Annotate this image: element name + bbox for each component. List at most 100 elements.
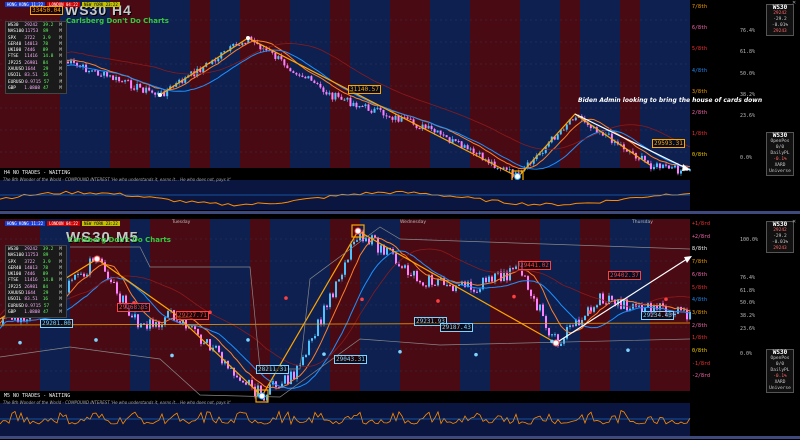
account-info-box: WS30 OpenPos 0/0 DailyPL -0.1% XARD Univ… bbox=[766, 132, 794, 176]
fractal-dot bbox=[94, 338, 98, 342]
candle-body bbox=[113, 282, 115, 284]
candle-body bbox=[424, 124, 427, 129]
candle-body bbox=[686, 309, 688, 320]
candle-body bbox=[376, 107, 379, 109]
price-label: 29043.31 bbox=[334, 355, 367, 364]
chart-m5-canvas[interactable] bbox=[0, 219, 800, 440]
watchlist-row[interactable]: GBP 1.0808 47 M bbox=[8, 86, 64, 92]
candle-body bbox=[541, 152, 544, 154]
candle-body bbox=[551, 334, 553, 336]
candle-body bbox=[373, 108, 376, 113]
candle-body bbox=[367, 104, 370, 111]
watchlist-table[interactable]: WS30 29242 39.2 M NAS100 11753 89 M SPX 3722 3.9 M G… bbox=[5, 245, 67, 319]
candle-body bbox=[287, 375, 289, 385]
fib-level-pct: 100.0% bbox=[740, 236, 759, 243]
chart-subtitle: Carlsberg Don't Do Charts bbox=[66, 17, 169, 25]
fib-level-pct: 23.6% bbox=[740, 325, 756, 332]
candle-body bbox=[349, 97, 352, 107]
candle-body bbox=[241, 42, 244, 46]
price-label: 31140.57 bbox=[348, 85, 381, 94]
fib-level-pct: 23.6% bbox=[740, 113, 756, 119]
fib-level-pct: 50.0% bbox=[740, 70, 756, 77]
chart-panel-m5[interactable]: WS30 M5 Carlsberg Don't Do Charts HONG K… bbox=[0, 219, 800, 440]
candle-body bbox=[322, 87, 325, 92]
candle-body bbox=[218, 345, 220, 353]
candle-body bbox=[401, 266, 403, 268]
candle-body bbox=[475, 153, 478, 155]
candle-body bbox=[340, 96, 343, 100]
candle-body bbox=[350, 244, 352, 260]
price-label: 28211.31 bbox=[256, 365, 289, 374]
close-icon[interactable]: ✕ bbox=[792, 219, 796, 225]
watchlist-cell: 1.0808 bbox=[24, 309, 41, 315]
candle-body bbox=[358, 106, 361, 108]
candle-body bbox=[667, 165, 670, 169]
candle-body bbox=[463, 145, 466, 148]
candle-body bbox=[488, 276, 490, 283]
candle-body bbox=[347, 259, 349, 263]
price-label: 29227.71 bbox=[176, 311, 209, 320]
fib-level-label: -2/8rd bbox=[692, 373, 711, 380]
chart-panel-h4[interactable]: WS30 H4 Carlsberg Don't Do Charts HONG K… bbox=[0, 0, 800, 217]
candle-body bbox=[602, 293, 604, 304]
candle-body bbox=[215, 345, 217, 348]
candle-body bbox=[394, 115, 397, 120]
brand-universe: Universe bbox=[769, 386, 791, 391]
candle-body bbox=[386, 247, 388, 255]
watchlist-cell: M bbox=[59, 85, 62, 91]
candle-body bbox=[70, 60, 73, 64]
candle-body bbox=[319, 83, 322, 88]
candle-body bbox=[596, 305, 598, 308]
fractal-dot bbox=[284, 296, 288, 300]
candle-body bbox=[422, 282, 424, 286]
fib-level-pct: 61.8% bbox=[740, 49, 756, 56]
fractal-dot bbox=[398, 350, 402, 354]
candle-body bbox=[346, 97, 349, 100]
symbol-info-box: WS30 29242 -29.2 -0.01% 29243 bbox=[766, 221, 794, 253]
candle-body bbox=[611, 295, 613, 300]
session-clocks: HONG KONG 11:22 LONDON 04:22 NEW YORK 23… bbox=[5, 221, 120, 226]
session-newyork: NEW YORK 23:22 bbox=[82, 221, 120, 226]
candle-body bbox=[485, 277, 487, 283]
candle-body bbox=[173, 310, 175, 321]
candle-body bbox=[413, 271, 415, 276]
candle-body bbox=[88, 70, 91, 73]
candle-body bbox=[91, 70, 94, 72]
candle-body bbox=[80, 273, 82, 275]
fib-level-pct: 0.0% bbox=[740, 351, 753, 357]
ticker-text: The 8th Wonder of the World - COMPOUND I… bbox=[3, 177, 231, 182]
candle-body bbox=[331, 92, 334, 100]
candle-body bbox=[352, 102, 355, 107]
candle-body bbox=[410, 275, 412, 277]
candle-body bbox=[676, 165, 679, 174]
candle-body bbox=[391, 117, 394, 120]
candle-body bbox=[434, 284, 436, 286]
watchlist-cell: M bbox=[59, 309, 62, 315]
chart-h4-canvas[interactable] bbox=[0, 0, 800, 217]
watchlist-table[interactable]: WS30 29242 39.2 M NAS100 11753 89 M SPX 3722 3.9 M G… bbox=[5, 21, 67, 95]
swing-marker bbox=[258, 392, 266, 400]
candle-body bbox=[136, 83, 139, 90]
swing-marker bbox=[93, 255, 101, 263]
candle-body bbox=[269, 384, 271, 395]
candle-body bbox=[139, 83, 142, 88]
close-icon[interactable]: ✕ bbox=[792, 0, 796, 6]
candle-body bbox=[112, 75, 115, 80]
candle-body bbox=[214, 60, 217, 62]
candle-body bbox=[292, 71, 295, 73]
brand-universe: Universe bbox=[769, 169, 791, 174]
watchlist-cell: 47 bbox=[43, 85, 49, 91]
candle-body bbox=[71, 279, 73, 281]
watchlist-row[interactable]: GBP 1.0808 47 M bbox=[8, 310, 64, 316]
candle-body bbox=[512, 268, 514, 270]
candle-body bbox=[670, 167, 673, 169]
candle-body bbox=[548, 327, 550, 336]
candle-body bbox=[655, 163, 658, 167]
candle-body bbox=[160, 91, 163, 93]
watchlist-cell: 1.0808 bbox=[24, 85, 41, 91]
price-label: 29187.43 bbox=[440, 323, 473, 332]
candle-body bbox=[97, 70, 100, 76]
candle-body bbox=[149, 319, 151, 329]
candle-body bbox=[217, 58, 220, 62]
session-band bbox=[350, 0, 390, 168]
